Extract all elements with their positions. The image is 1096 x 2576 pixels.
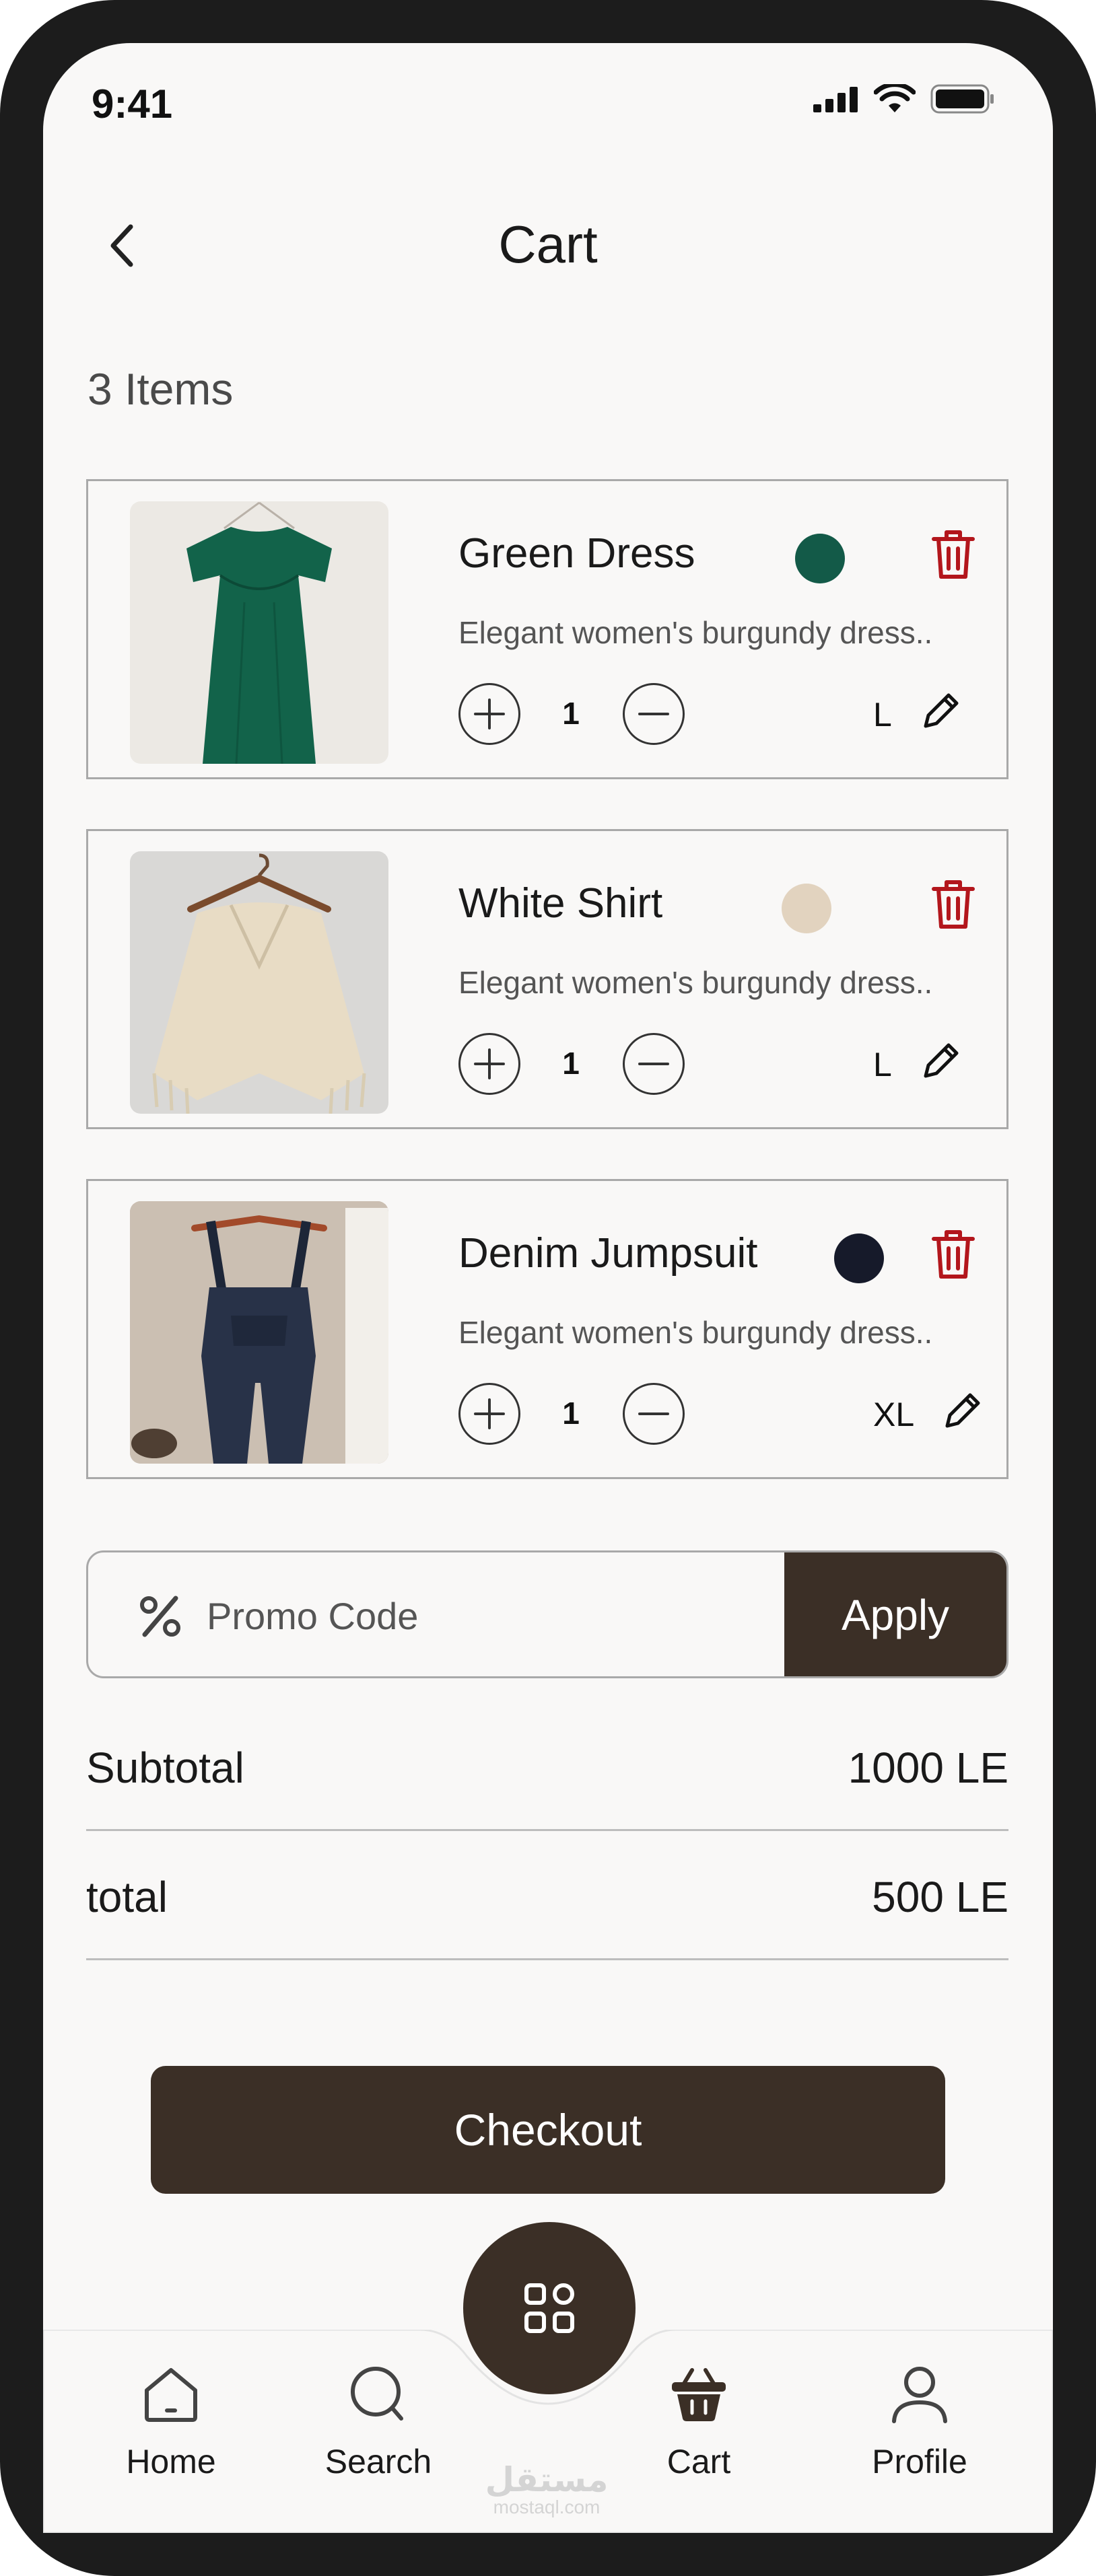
- item-quantity: 1: [562, 1396, 580, 1431]
- wifi-icon: [874, 84, 916, 112]
- product-image-denim-jumpsuit[interactable]: [130, 1201, 388, 1464]
- minus-icon: [638, 1063, 669, 1065]
- decrease-quantity-button[interactable]: [623, 683, 685, 745]
- signal-icon: [813, 87, 858, 112]
- nav-cart-label: Cart: [666, 2443, 731, 2480]
- promo-code-field[interactable]: Promo Code Apply: [86, 1550, 1008, 1678]
- item-color-swatch[interactable]: [782, 884, 831, 933]
- watermark-latin: mostaql.com: [493, 2497, 601, 2517]
- item-name: White Shirt: [458, 880, 663, 927]
- subtotal-row: Subtotal 1000 LE: [86, 1701, 1008, 1831]
- page-title: Cart: [498, 215, 598, 274]
- nav-search[interactable]: Search: [298, 2361, 459, 2481]
- increase-quantity-button[interactable]: [458, 1033, 520, 1095]
- product-image-white-shirt[interactable]: [130, 851, 388, 1114]
- cart-item-card: Green Dress Elegant women's burgundy dre…: [86, 479, 1008, 779]
- item-size: XL: [873, 1396, 915, 1433]
- plus-icon: [474, 1398, 505, 1429]
- trash-icon[interactable]: [930, 527, 977, 581]
- status-time: 9:41: [92, 81, 173, 127]
- promo-code-placeholder: Promo Code: [207, 1595, 419, 1637]
- item-description: Elegant women's burgundy dress..: [458, 965, 933, 1000]
- status-icons: [812, 83, 995, 114]
- search-icon: [351, 2367, 403, 2421]
- nav-profile[interactable]: Profile: [839, 2361, 1000, 2481]
- checkout-button[interactable]: Checkout: [151, 2066, 945, 2194]
- basket-icon: [672, 2368, 726, 2421]
- items-count: 3 Items: [88, 364, 234, 414]
- nav-cart[interactable]: Cart: [618, 2361, 780, 2481]
- item-size: L: [873, 696, 892, 734]
- menu-fab-button[interactable]: [463, 2222, 636, 2394]
- nav-home[interactable]: Home: [90, 2361, 252, 2481]
- nav-search-label: Search: [324, 2443, 432, 2480]
- total-label: total: [86, 1873, 168, 1921]
- pencil-icon[interactable]: [939, 1387, 986, 1434]
- trash-icon[interactable]: [930, 1227, 977, 1281]
- increase-quantity-button[interactable]: [458, 1383, 520, 1445]
- subtotal-label: Subtotal: [86, 1744, 244, 1792]
- subtotal-value: 1000 LE: [848, 1744, 1008, 1792]
- minus-icon: [638, 713, 669, 715]
- trash-icon[interactable]: [930, 877, 977, 931]
- watermark-arabic: مستقل: [485, 2460, 609, 2499]
- item-color-swatch[interactable]: [795, 534, 845, 583]
- decrease-quantity-button[interactable]: [623, 1383, 685, 1445]
- item-name: Denim Jumpsuit: [458, 1230, 758, 1277]
- pencil-icon[interactable]: [918, 1037, 965, 1084]
- total-row: total 500 LE: [86, 1830, 1008, 1960]
- item-color-swatch[interactable]: [834, 1233, 884, 1283]
- total-value: 500 LE: [872, 1873, 1008, 1921]
- grid-icon: [524, 2283, 574, 2333]
- item-description: Elegant women's burgundy dress..: [458, 615, 933, 650]
- item-size: L: [873, 1046, 892, 1083]
- apply-button[interactable]: Apply: [784, 1552, 1006, 1676]
- battery-icon: [930, 84, 994, 114]
- pencil-icon[interactable]: [918, 687, 965, 734]
- item-quantity: 1: [562, 696, 580, 731]
- product-image-green-dress[interactable]: [130, 501, 388, 764]
- nav-home-label: Home: [126, 2443, 216, 2480]
- minus-icon: [638, 1412, 669, 1415]
- plus-icon: [474, 699, 505, 729]
- item-quantity: 1: [562, 1046, 580, 1081]
- decrease-quantity-button[interactable]: [623, 1033, 685, 1095]
- home-icon: [145, 2368, 197, 2422]
- watermark-logo: مستقل mostaql.com: [479, 2463, 614, 2518]
- item-name: Green Dress: [458, 530, 695, 577]
- nav-profile-label: Profile: [872, 2443, 967, 2480]
- item-description: Elegant women's burgundy dress..: [458, 1315, 933, 1350]
- user-icon: [892, 2367, 947, 2423]
- cart-item-card: White Shirt Elegant women's burgundy dre…: [86, 829, 1008, 1129]
- plus-icon: [474, 1048, 505, 1079]
- increase-quantity-button[interactable]: [458, 683, 520, 745]
- cart-item-card: Denim Jumpsuit Elegant women's burgundy …: [86, 1179, 1008, 1479]
- percent-icon: [140, 1596, 180, 1637]
